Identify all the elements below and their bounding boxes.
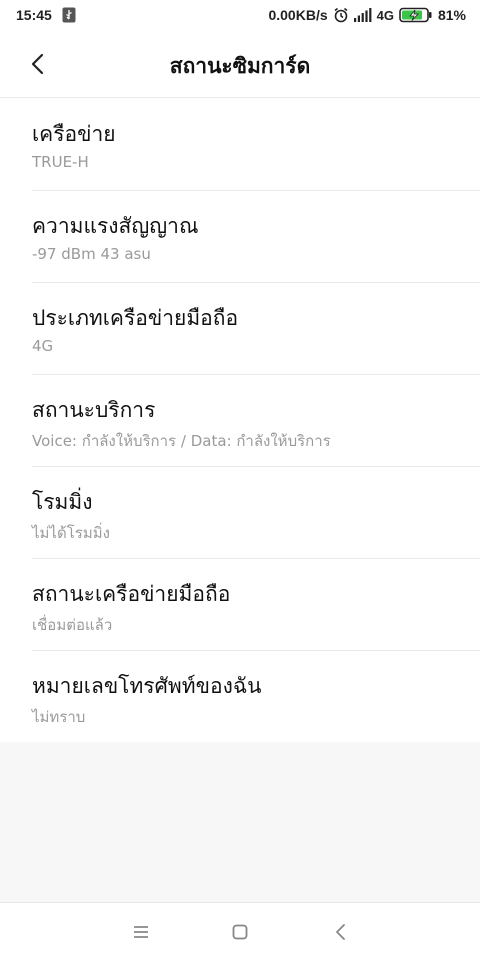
- battery-percent: 81%: [437, 7, 466, 23]
- navigation-bar: [0, 902, 480, 961]
- item-value: 4G: [32, 337, 54, 355]
- item-label: หมายเลขโทรศัพท์ของฉัน: [32, 674, 262, 698]
- nav-home-button[interactable]: [228, 920, 252, 944]
- status-indicators: 0.00KB/s 4G 81%: [268, 7, 466, 23]
- item-value: ไม่ได้โรมมิ่ง: [32, 524, 110, 542]
- list-item-phone-number: หมายเลขโทรศัพท์ของฉัน ไม่ทราบ: [0, 650, 480, 742]
- list-item-signal-strength: ความแรงสัญญาณ -97 dBm 43 asu: [0, 190, 480, 282]
- item-label: เครือข่าย: [32, 122, 116, 146]
- home-square-icon: [232, 924, 248, 940]
- usb-icon: [62, 7, 76, 23]
- battery-charging-icon: [399, 7, 433, 23]
- nav-menu-button[interactable]: [129, 920, 153, 944]
- status-bar: 15:45 0.00KB/s 4G 81%: [0, 0, 480, 32]
- list-item-network: เครือข่าย TRUE-H: [0, 98, 480, 190]
- item-value: Voice: กำลังให้บริการ / Data: กำลังให้บร…: [32, 432, 331, 450]
- list-item-mobile-network-state: สถานะเครือข่ายมือถือ เชื่อมต่อแล้ว: [0, 558, 480, 650]
- alarm-icon: [333, 7, 349, 23]
- item-label: สถานะเครือข่ายมือถือ: [32, 582, 231, 606]
- network-type: 4G: [376, 7, 394, 23]
- item-label: โรมมิ่ง: [32, 490, 93, 514]
- page-title: สถานะซิมการ์ด: [169, 54, 311, 78]
- signal-icon: [353, 8, 372, 22]
- net-speed: 0.00KB/s: [268, 7, 328, 23]
- item-value: เชื่อมต่อแล้ว: [32, 616, 113, 634]
- list-item-mobile-network-type: ประเภทเครือข่ายมือถือ 4G: [0, 282, 480, 374]
- back-triangle-icon: [336, 924, 345, 940]
- item-label: สถานะบริการ: [32, 398, 156, 422]
- item-value: TRUE-H: [32, 153, 89, 171]
- item-label: ความแรงสัญญาณ: [32, 214, 199, 238]
- item-value: ไม่ทราบ: [32, 708, 86, 726]
- header: สถานะซิมการ์ด: [0, 32, 480, 98]
- item-label: ประเภทเครือข่ายมือถือ: [32, 306, 239, 330]
- list-item-service-state: สถานะบริการ Voice: กำลังให้บริการ / Data…: [0, 374, 480, 466]
- nav-back-button[interactable]: [329, 920, 353, 944]
- menu-icon: [134, 926, 148, 938]
- status-time: 15:45: [16, 7, 52, 23]
- list-item-roaming: โรมมิ่ง ไม่ได้โรมมิ่ง: [0, 466, 480, 558]
- sim-status-list: เครือข่าย TRUE-H ความแรงสัญญาณ -97 dBm 4…: [0, 98, 480, 742]
- item-value: -97 dBm 43 asu: [32, 245, 151, 263]
